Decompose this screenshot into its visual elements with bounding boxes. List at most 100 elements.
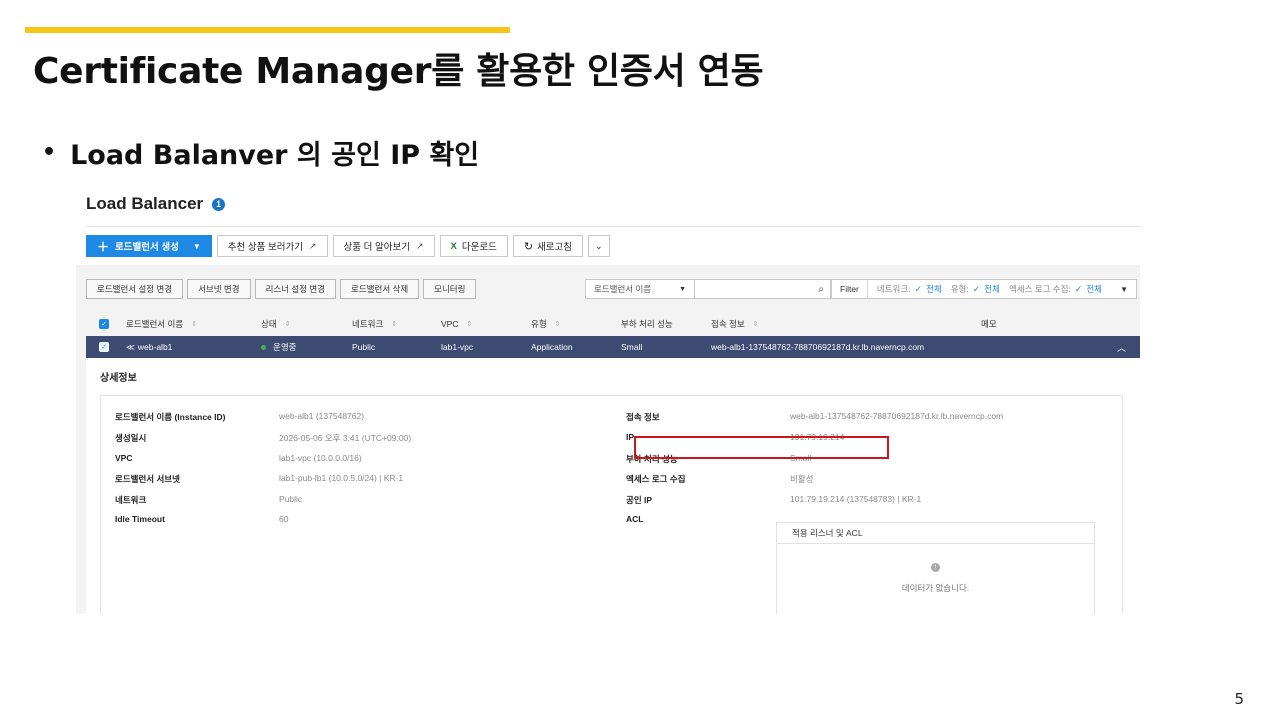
row-type: Application	[531, 342, 573, 352]
detail-title: 상세정보	[100, 373, 137, 384]
detail-box: 로드밸런서 이름 (Instance ID) web-alb1 (13754876…	[100, 395, 1123, 614]
lb-page-title: Load Balancer	[86, 194, 204, 213]
sort-icon: ⇕	[191, 321, 197, 328]
detail-left-row: 네트워크 Public	[115, 494, 302, 506]
check-icon: ✓	[972, 283, 981, 294]
search-area: 로드밸런서 이름 ▼ ⌕	[585, 279, 831, 299]
change-listener-button[interactable]: 리스너 설정 변경	[254, 279, 337, 299]
type-filter-label: 유형:	[950, 284, 969, 294]
check-icon: ✓	[99, 342, 109, 352]
bullet-point: • Load Balanver 의 공인 IP 확인	[42, 133, 479, 172]
sort-icon: ⇕	[466, 321, 473, 328]
col-capacity-label: 부하 처리 성능	[621, 319, 673, 329]
search-icon[interactable]: ⌕	[818, 284, 824, 295]
sort-icon: ⇕	[284, 321, 291, 328]
download-button[interactable]: X 다운로드	[439, 235, 508, 257]
row-name: ≪ web-alb1	[126, 336, 172, 358]
detail-right-row: 엑세스 로그 수집 비활성	[626, 473, 813, 485]
caret-down-icon: ▼	[192, 241, 201, 251]
monitoring-button[interactable]: 모니터링	[423, 279, 477, 299]
row-vpc: lab1-vpc	[441, 342, 474, 352]
detail-right-row: 공인 IP 101.79.19.214 (137548783) | KR-1	[626, 494, 921, 506]
create-lb-button[interactable]: ＋ 로드밸런서 생성 ▼	[86, 235, 212, 257]
sort-icon: ⇕	[391, 321, 398, 328]
sort-icon: ⇕	[554, 321, 561, 328]
detail-key: VPC	[115, 453, 133, 463]
type-filter[interactable]: 유형: ✓ 전체	[951, 283, 1000, 295]
col-endpoint[interactable]: 접속 정보 ⇕	[711, 318, 759, 330]
table-row[interactable]: ✓ ≪ web-alb1 운영중 Public lab1-vpc Applicat…	[86, 336, 1140, 358]
detail-value: lab1-vpc (10.0.0.0/16)	[279, 453, 362, 463]
check-icon: ✓	[914, 283, 923, 294]
create-lb-label: 로드밸런서 생성	[115, 242, 179, 253]
recommend-button[interactable]: 추천 상품 보러가기 ↗	[216, 235, 328, 257]
change-lb-settings-button[interactable]: 로드밸런서 설정 변경	[86, 279, 184, 299]
caret-down-icon[interactable]: ▼	[1120, 285, 1128, 294]
detail-value: 60	[279, 514, 289, 524]
refresh-button[interactable]: ↻ 새로고침	[512, 235, 584, 257]
bullet-dot-icon: •	[42, 140, 57, 165]
more-dropdown-button[interactable]: ⌄	[588, 235, 610, 257]
select-all-checkbox[interactable]: ✓	[99, 319, 109, 329]
acl-table: 적용 리스너 및 ACL ! 데이터가 없습니다.	[776, 522, 1095, 614]
detail-key: 로드밸런서 이름 (Instance ID)	[115, 412, 226, 422]
col-capacity: 부하 처리 성능	[621, 318, 673, 330]
search-input[interactable]: ⌕	[695, 279, 831, 299]
learn-more-button[interactable]: 상품 더 알아보기 ↗	[332, 235, 435, 257]
detail-value: 비활성	[790, 474, 814, 484]
toolbar: ＋ 로드밸런서 생성 ▼ 추천 상품 보러가기 ↗ 상품 더 알아보기 ↗ X …	[86, 235, 610, 257]
col-status-label: 상태	[261, 319, 277, 329]
access-log-filter[interactable]: 엑세스 로그 수집: ✓ 전체	[1009, 283, 1102, 295]
row-capacity: Small	[621, 342, 643, 352]
acl-empty-message: 데이터가 없습니다.	[901, 583, 970, 593]
type-filter-value: 전체	[984, 284, 1000, 294]
row-checkbox[interactable]: ✓	[99, 336, 109, 358]
filter-button[interactable]: Filter	[832, 280, 868, 298]
access-log-filter-value: 전체	[1086, 284, 1102, 294]
lb-header: Load Balancer 1	[86, 194, 226, 214]
lb-list-panel: 로드밸런서 설정 변경 서브넷 변경 리스너 설정 변경 로드밸런서 삭제 모니…	[76, 265, 1140, 614]
row-status: 운영중	[261, 336, 296, 358]
detail-value: web-alb1 (137548762)	[279, 411, 365, 421]
collapse-chevron-up-icon[interactable]: ︿	[1117, 336, 1126, 358]
sort-icon: ⇕	[752, 321, 759, 328]
col-memo-label: 메모	[981, 319, 997, 329]
learn-more-label: 상품 더 알아보기	[343, 242, 410, 253]
external-link-icon: ↗	[308, 240, 317, 251]
col-type[interactable]: 유형 ⇕	[531, 318, 561, 330]
acl-table-header: 적용 리스너 및 ACL	[777, 523, 1094, 544]
network-filter-value: 전체	[926, 284, 942, 294]
detail-value: 101.79.19.214 (137548783) | KR-1	[790, 494, 922, 504]
col-memo: 메모	[981, 318, 997, 330]
col-vpc[interactable]: VPC ⇕	[441, 319, 472, 329]
change-subnet-button[interactable]: 서브넷 변경	[187, 279, 251, 299]
info-icon: !	[931, 563, 940, 572]
slide-title: Certificate Manager를 활용한 인증서 연동	[33, 51, 764, 92]
detail-key: 로드밸런서 서브넷	[115, 474, 180, 484]
action-buttons: 로드밸런서 설정 변경 서브넷 변경 리스너 설정 변경 로드밸런서 삭제 모니…	[86, 279, 477, 299]
network-filter-label: 네트워크:	[876, 284, 911, 294]
console-screenshot: Load Balancer 1 ＋ 로드밸런서 생성 ▼ 추천 상품 보러가기 …	[76, 186, 1144, 614]
col-network-label: 네트워크	[352, 319, 384, 329]
check-icon: ✓	[1074, 283, 1083, 294]
filter-bar: Filter 네트워크: ✓ 전체 유형: ✓ 전체 엑세스 로그 수집: ✓ …	[831, 279, 1137, 299]
col-name[interactable]: 로드밸런서 이름 ⇕	[126, 318, 197, 330]
delete-lb-button[interactable]: 로드밸런서 삭제	[340, 279, 420, 299]
detail-value: lab1-pub-lb1 (10.0.5.0/24) | KR-1	[279, 473, 404, 483]
chevron-down-icon: ⌄	[595, 240, 603, 251]
col-status[interactable]: 상태 ⇕	[261, 318, 291, 330]
detail-value: Public	[279, 494, 303, 504]
detail-value: 2026-05-06 오후 3:41 (UTC+09:00)	[279, 433, 412, 443]
detail-right-row: 접속 정보 web-alb1-137548762-78870692187d.kr.…	[626, 411, 1003, 423]
external-link-icon: ↗	[415, 240, 424, 251]
plus-icon: ＋	[97, 239, 110, 254]
detail-key: 접속 정보	[626, 412, 660, 422]
refresh-label: 새로고침	[537, 242, 573, 253]
col-network[interactable]: 네트워크 ⇕	[352, 318, 397, 330]
search-field-select[interactable]: 로드밸런서 이름 ▼	[585, 279, 695, 299]
network-filter[interactable]: 네트워크: ✓ 전체	[877, 283, 942, 295]
share-icon: ≪	[126, 341, 135, 352]
col-vpc-label: VPC	[441, 319, 459, 329]
lb-count-badge: 1	[212, 197, 226, 211]
download-label: 다운로드	[461, 242, 497, 253]
